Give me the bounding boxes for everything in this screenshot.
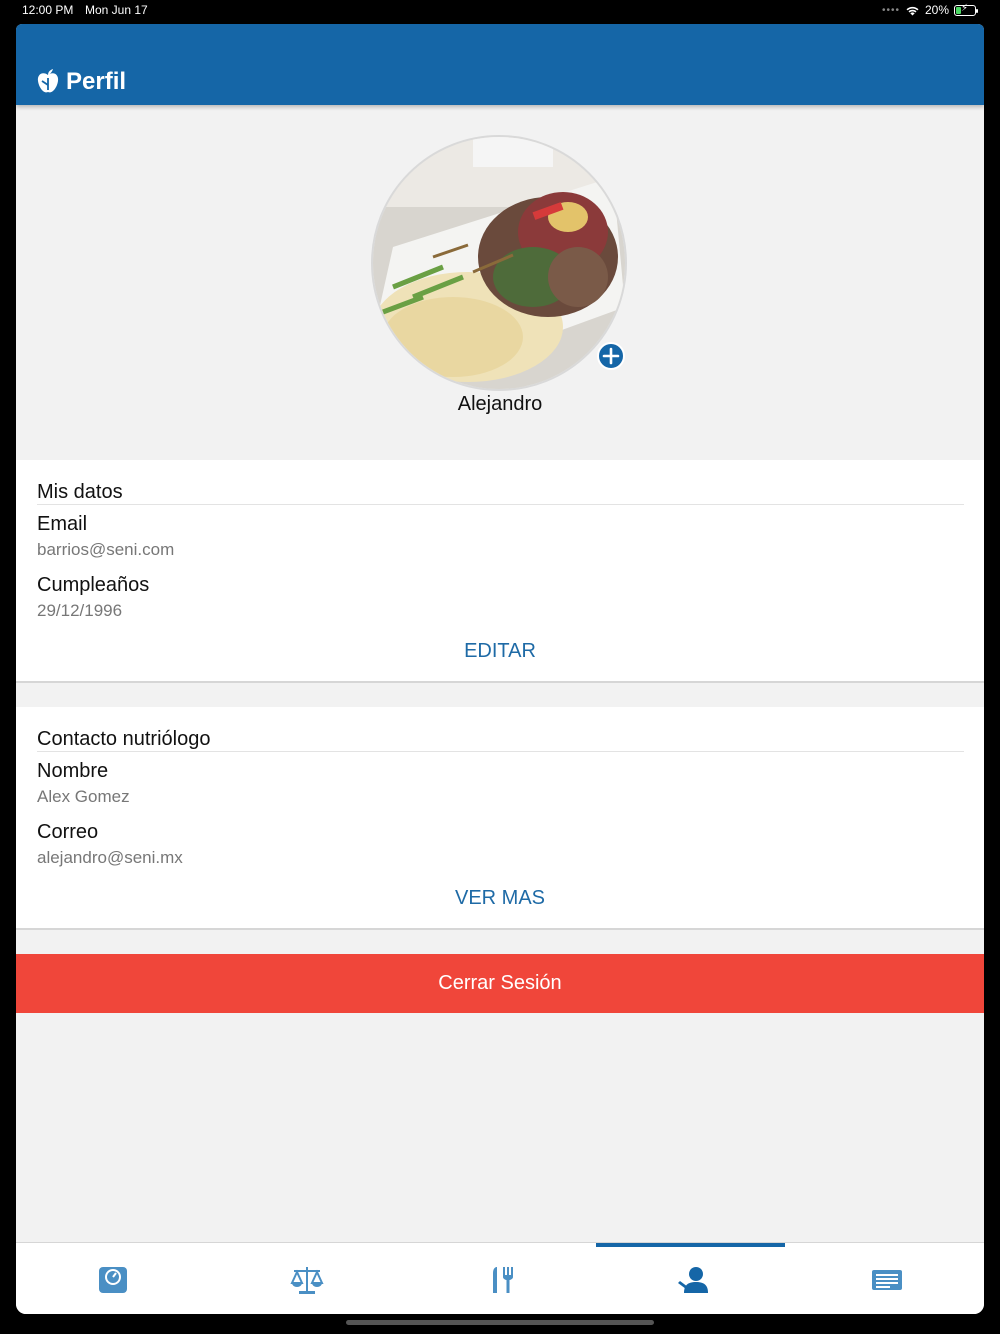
- status-bar: 12:00 PM Mon Jun 17 •••• 20% ⚡: [0, 0, 1000, 24]
- birthday-value: 29/12/1996: [37, 601, 123, 620]
- tab-news[interactable]: [790, 1243, 983, 1314]
- nutritionist-contact-card: Contacto nutriólogo Nombre Alex Gomez Co…: [16, 707, 984, 930]
- edit-button[interactable]: EDITAR: [16, 640, 984, 663]
- contact-name-label: Nombre: [37, 760, 109, 782]
- battery-icon: ⚡: [954, 3, 978, 16]
- scale-icon: [98, 1267, 127, 1293]
- email-label: Email: [37, 513, 88, 535]
- birthday-label: Cumpleaños: [37, 574, 150, 596]
- utensils-icon: [492, 1267, 513, 1293]
- avatar-container: [371, 135, 627, 391]
- contact-email-value: alejandro@seni.mx: [37, 848, 183, 867]
- device: 12:00 PM Mon Jun 17 •••• 20% ⚡ Perfil Al…: [0, 0, 1000, 1334]
- tab-balance[interactable]: [210, 1243, 403, 1314]
- see-more-button[interactable]: VER MAS: [16, 887, 984, 910]
- signal-icon: ••••: [881, 4, 900, 16]
- email-value: barrios@seni.com: [37, 540, 175, 559]
- user-icon: [677, 1267, 708, 1293]
- app-window: Perfil Alejandro Mis datos Email barrios…: [16, 24, 984, 1314]
- my-data-card: Mis datos Email barrios@seni.com Cumplea…: [16, 460, 984, 683]
- tab-meals[interactable]: [404, 1243, 597, 1314]
- balance-icon: [289, 1267, 324, 1294]
- contact-title: Contacto nutriólogo: [37, 728, 211, 750]
- tab-weight[interactable]: [16, 1243, 209, 1314]
- my-data-title: Mis datos: [37, 481, 123, 503]
- tab-bar: [16, 1242, 984, 1314]
- profile-name: Alejandro: [457, 393, 543, 415]
- status-indicators: •••• 20% ⚡: [881, 3, 978, 17]
- logout-button[interactable]: Cerrar Sesión: [16, 954, 984, 1013]
- status-date: Mon Jun 17: [85, 3, 148, 17]
- avatar-photo: [373, 137, 625, 389]
- active-tab-indicator: [596, 1243, 785, 1247]
- divider: [37, 504, 964, 505]
- header-bar: Perfil: [16, 24, 984, 105]
- battery-percent: 20%: [924, 3, 949, 17]
- plus-icon: [602, 347, 620, 365]
- status-time: 12:00 PM: [22, 3, 74, 17]
- contact-name-value: Alex Gomez: [37, 787, 130, 806]
- add-photo-button[interactable]: [597, 342, 625, 370]
- apple-logo-icon: [37, 69, 59, 93]
- avatar[interactable]: [371, 135, 627, 391]
- contact-email-label: Correo: [37, 821, 99, 843]
- divider: [37, 751, 964, 752]
- news-icon: [871, 1270, 902, 1290]
- tab-profile[interactable]: [596, 1243, 789, 1314]
- wifi-icon: [906, 6, 919, 15]
- home-indicator[interactable]: [346, 1320, 654, 1325]
- page-title: Perfil: [66, 68, 127, 95]
